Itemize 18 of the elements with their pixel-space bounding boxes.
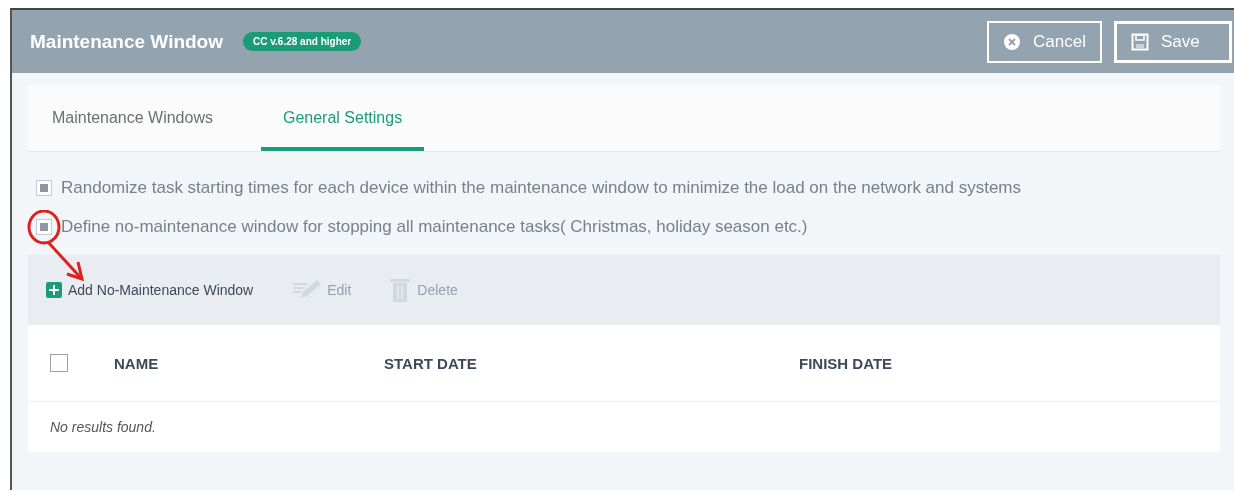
option-label: Define no-maintenance window for stopping all maintenance tasks( Christmas, holiday season etc.): [61, 217, 808, 237]
column-header[interactable]: START DATE: [384, 354, 799, 372]
option-label: Randomize task starting times for each device within the maintenance window to minimize the load on the network and systems: [61, 178, 1022, 198]
cancel-button[interactable]: Cancel: [987, 20, 1102, 63]
checkbox[interactable]: [36, 219, 52, 235]
add-button[interactable]: Add No-Maintenance Window: [46, 282, 254, 298]
tab[interactable]: General Settings: [260, 85, 425, 151]
checkbox[interactable]: [36, 180, 52, 196]
save-button[interactable]: Save: [1114, 20, 1232, 63]
column-header[interactable]: FINISH DATE: [799, 354, 893, 372]
cancel-icon: [1003, 32, 1022, 51]
column-header[interactable]: NAME: [114, 354, 384, 372]
plus-icon: [46, 282, 62, 298]
version-badge: CC v.6.28 and higher: [243, 32, 362, 51]
window-title: Maintenance Window: [30, 30, 223, 53]
empty-message: No results found.: [50, 419, 156, 435]
select-all-checkbox[interactable]: [50, 354, 68, 372]
tab[interactable]: Maintenance Windows: [52, 85, 237, 151]
